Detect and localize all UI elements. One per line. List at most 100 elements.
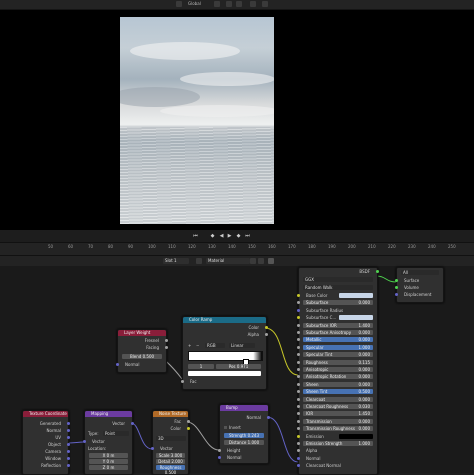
transform-orientation-dropdown[interactable]: Global bbox=[188, 1, 201, 7]
bsdf-row[interactable]: Subsurface C... bbox=[297, 315, 377, 321]
bump-strength-field[interactable]: Strength 0.243 bbox=[224, 433, 264, 438]
bsdf-input-socket[interactable] bbox=[297, 368, 300, 371]
bsdf-input-socket[interactable] bbox=[297, 294, 300, 297]
bump-normal-input-socket[interactable] bbox=[218, 456, 221, 459]
normal-input-socket[interactable] bbox=[116, 363, 119, 366]
bsdf-input-socket[interactable] bbox=[297, 316, 300, 320]
bsdf-value-field[interactable]: Transmission 0.000 bbox=[303, 418, 373, 424]
bsdf-row[interactable]: Subsurface 0.000 bbox=[297, 300, 377, 306]
snap-icon[interactable] bbox=[226, 1, 232, 7]
bsdf-row[interactable]: Emission bbox=[297, 433, 377, 440]
material-output-node[interactable]: All Surface Volume Displacement bbox=[395, 267, 444, 303]
mapping-vector-input-socket[interactable] bbox=[83, 440, 86, 443]
jump-keyframe-forward-icon[interactable]: ◆ bbox=[236, 234, 241, 239]
bsdf-value-field[interactable]: Specular Tint 0.000 bbox=[303, 352, 373, 358]
bsdf-value-field[interactable]: Subsurface Anisotropy 0.000 bbox=[303, 330, 373, 335]
height-input-socket[interactable] bbox=[218, 449, 221, 452]
bsdf-color-swatch[interactable] bbox=[339, 293, 373, 298]
volume-input-socket[interactable] bbox=[395, 286, 398, 289]
noise-fac-output-socket[interactable] bbox=[187, 420, 190, 423]
bsdf-row[interactable]: Sheen 0.000 bbox=[297, 381, 377, 388]
displacement-input-socket[interactable] bbox=[395, 293, 398, 296]
remove-stop-icon[interactable]: − bbox=[196, 343, 199, 348]
bsdf-value-field[interactable]: Clearcoat 0.000 bbox=[303, 396, 373, 402]
mapping-type-dropdown[interactable]: Point bbox=[103, 431, 129, 436]
bsdf-input-socket[interactable] bbox=[297, 464, 300, 468]
noise-vector-input-socket[interactable] bbox=[151, 447, 154, 450]
material-name-field[interactable]: Material bbox=[206, 258, 250, 264]
bsdf-input-socket[interactable] bbox=[297, 331, 300, 334]
proportional-edit-icon[interactable] bbox=[250, 1, 256, 7]
principled-bsdf-node[interactable]: BSDF GGX Random Walk Base Color Subsurfac… bbox=[297, 267, 379, 475]
bsdf-input-socket[interactable] bbox=[297, 301, 300, 305]
bsdf-row[interactable]: Subsurface Radius bbox=[297, 308, 377, 314]
bsdf-value-field[interactable]: Transmission Roughness 0.000 bbox=[303, 426, 373, 432]
bsdf-value-field[interactable]: Specular 1.000 bbox=[303, 344, 373, 350]
bsdf-color-swatch[interactable] bbox=[339, 433, 373, 439]
subsurface-method-dropdown[interactable]: Random Walk bbox=[303, 285, 373, 290]
bsdf-row[interactable]: Transmission Roughness 0.000 bbox=[297, 426, 377, 432]
bsdf-input-socket[interactable] bbox=[297, 442, 300, 445]
jump-end-icon[interactable]: ⏭ bbox=[245, 234, 250, 239]
bsdf-value-field[interactable]: Anisotropic Rotation 0.000 bbox=[303, 374, 373, 380]
bsdf-value-field[interactable]: Metallic 0.000 bbox=[303, 337, 373, 343]
bsdf-input-socket[interactable] bbox=[297, 360, 300, 364]
bsdf-input-socket[interactable] bbox=[297, 405, 300, 408]
bsdf-row[interactable]: Alpha bbox=[297, 448, 377, 454]
bsdf-input-socket[interactable] bbox=[297, 397, 300, 401]
distribution-dropdown[interactable]: GGX bbox=[303, 277, 373, 282]
noise-roughness-field[interactable]: Roughness 0.500 bbox=[156, 465, 185, 475]
bsdf-value-field[interactable]: Subsurface IOR 1.400 bbox=[303, 322, 373, 328]
bsdf-color-swatch[interactable] bbox=[339, 315, 373, 321]
texcoord-output-socket[interactable] bbox=[67, 457, 70, 460]
add-stop-icon[interactable]: + bbox=[188, 343, 191, 348]
noise-dimensions-dropdown[interactable]: 3D bbox=[156, 436, 186, 441]
mapping-vector-output-socket[interactable] bbox=[131, 422, 134, 425]
noise-detail-field[interactable]: Detail 2.000 bbox=[156, 459, 185, 464]
bsdf-input-socket[interactable] bbox=[297, 345, 300, 349]
bsdf-row[interactable]: Sheen Tint 0.500 bbox=[297, 389, 377, 395]
output-target-dropdown[interactable]: All bbox=[401, 270, 439, 275]
noise-texture-node[interactable]: Noise Texture Fac Color 3D Vector Scale … bbox=[151, 410, 190, 475]
mapping-node[interactable]: Mapping Vector Type: Point Vector Locatio… bbox=[83, 410, 134, 475]
bsdf-input-socket[interactable] bbox=[297, 419, 300, 423]
bsdf-row[interactable]: Clearcoat Normal bbox=[297, 463, 377, 469]
blend-field[interactable]: Blend 0.500 bbox=[122, 354, 162, 359]
jump-keyframe-back-icon[interactable]: ◆ bbox=[210, 234, 215, 239]
bsdf-input-socket[interactable] bbox=[297, 456, 300, 460]
bsdf-row[interactable]: Anisotropic Rotation 0.000 bbox=[297, 374, 377, 380]
location-x-field[interactable]: X 0 m bbox=[89, 453, 128, 458]
play-reverse-icon[interactable]: ◀ bbox=[219, 234, 224, 239]
pin-icon[interactable] bbox=[268, 258, 274, 264]
bsdf-value-field[interactable]: Subsurface 0.000 bbox=[303, 300, 373, 306]
invert-checkbox[interactable] bbox=[224, 426, 227, 429]
bsdf-row[interactable]: Subsurface IOR 1.400 bbox=[297, 322, 377, 329]
bsdf-row[interactable]: Roughness 0.115 bbox=[297, 359, 377, 366]
noise-header[interactable]: Noise Texture bbox=[153, 411, 188, 417]
bsdf-row[interactable]: Subsurface Anisotropy 0.000 bbox=[297, 330, 377, 336]
bsdf-row[interactable]: Specular Tint 0.000 bbox=[297, 352, 377, 358]
bsdf-row[interactable]: Anisotropic 0.000 bbox=[297, 367, 377, 373]
bsdf-row[interactable]: Normal bbox=[297, 456, 377, 462]
timeline-ruler[interactable]: 50 60 70 80 90 100 110 120 130 140 150 160 170 180 190… bbox=[0, 242, 474, 256]
noise-color-output-socket[interactable] bbox=[187, 427, 190, 430]
texcoord-output-socket[interactable] bbox=[67, 436, 70, 439]
bsdf-input-socket[interactable] bbox=[297, 390, 300, 394]
bsdf-row[interactable]: Specular 1.000 bbox=[297, 344, 377, 351]
facing-output-socket[interactable] bbox=[165, 346, 168, 349]
bsdf-input-socket[interactable] bbox=[297, 338, 300, 342]
location-y-field[interactable]: Y 0 m bbox=[89, 459, 128, 464]
texcoord-output-socket[interactable] bbox=[67, 429, 70, 432]
color-output-socket[interactable] bbox=[265, 326, 268, 329]
snap-target-icon[interactable] bbox=[236, 1, 242, 7]
bsdf-input-socket[interactable] bbox=[297, 375, 300, 379]
bsdf-input-socket[interactable] bbox=[297, 323, 300, 327]
bsdf-input-socket[interactable] bbox=[297, 434, 300, 438]
color-ramp-gradient[interactable] bbox=[188, 351, 263, 361]
bsdf-value-field[interactable]: Clearcoat Roughness 0.030 bbox=[303, 404, 373, 409]
layer-weight-header[interactable]: Layer Weight bbox=[118, 330, 166, 336]
stop-index-field[interactable]: 1 bbox=[188, 364, 214, 369]
falloff-icon[interactable] bbox=[262, 1, 268, 7]
fac-input-socket[interactable] bbox=[181, 380, 184, 383]
color-mode-dropdown[interactable]: RGB bbox=[205, 343, 225, 348]
